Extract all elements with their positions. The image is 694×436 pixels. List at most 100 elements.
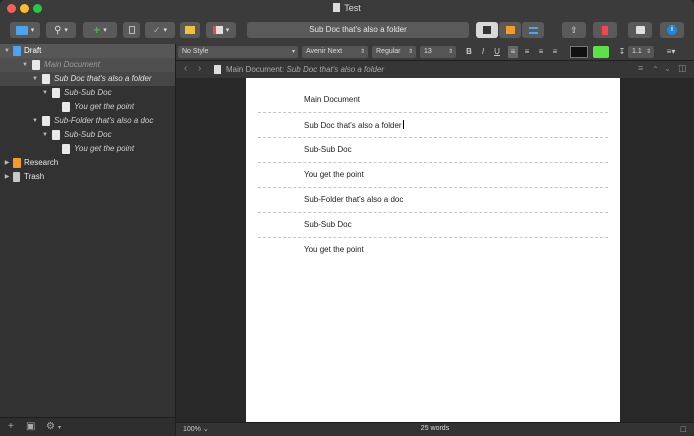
font-size-value: 13 [424,48,432,55]
disclosure-triangle-icon[interactable]: ▼ [32,72,38,86]
chevron-up-icon[interactable]: ⌃ [652,65,659,74]
binder-item-main-document[interactable]: ▼ Main Document [0,58,175,72]
target-icon[interactable]: □ [681,424,686,434]
info-icon: i [667,25,677,35]
breadcrumb-main: Main Document: [226,65,285,74]
paragraph-style-value: No Style [182,48,209,55]
chevron-down-icon[interactable]: ⌄ [664,64,671,73]
search-icon: ⚲ [54,24,62,36]
inspector-comments-button[interactable] [628,22,652,38]
highlight-color-well[interactable] [593,46,609,58]
inspector-button[interactable]: i [660,22,684,38]
outline-view-button[interactable] [522,22,544,38]
disclosure-triangle-icon[interactable]: ▼ [22,58,28,72]
document-line[interactable]: Sub-Folder that's also a doc [304,195,403,204]
bold-button[interactable]: B [464,46,474,58]
editor-page[interactable] [246,78,620,422]
font-family-value: Avenir Next [306,48,343,55]
binder-item-label: Draft [24,46,42,55]
list-bullets-icon[interactable]: ≡▾ [662,46,680,58]
document-separator [258,187,608,188]
bookmark-button[interactable] [593,22,617,38]
add-item-button[interactable]: + ▾ [83,22,117,38]
align-justify-icon[interactable]: ≡ [550,46,560,58]
share-button[interactable]: ⇧ [562,22,586,38]
document-icon [52,130,60,140]
compose-icon [185,26,195,34]
binder-item-trash[interactable]: ▶ Trash [0,170,175,184]
align-left-icon[interactable]: ≡ [508,46,518,58]
breadcrumb[interactable]: Main Document: Sub Doc that's also a fol… [226,65,384,74]
compose-button[interactable] [180,22,200,38]
document-line[interactable]: Sub Doc that's also a folder [304,120,404,130]
binder-item-sub-sub-doc[interactable]: ▼ Sub-Sub Doc [0,128,175,142]
document-view-icon [483,26,491,34]
binder-item-you-get-the-point[interactable]: You get the point [0,142,175,156]
binder-item-sub-folder-doc[interactable]: ▼ Sub-Folder that's also a doc [0,114,175,128]
layout-button[interactable]: ▾ [206,22,236,38]
layout-icon [212,26,223,34]
gear-icon[interactable]: ⚙ [46,421,55,432]
current-document-title: Sub Doc that's also a folder [247,22,469,38]
binder-footer: + ▣ ⚙ ▾ [0,417,175,436]
outline-icon [528,26,538,34]
line-spacing-icon: ↧ [618,47,626,56]
document-icon [42,74,50,84]
disclosure-triangle-icon[interactable]: ▶ [4,170,10,184]
link-button[interactable]: ✓ ▾ [145,22,175,38]
binder-item-research[interactable]: ▶ Research [0,156,175,170]
document-line[interactable]: Sub-Sub Doc [304,220,352,229]
document-line[interactable]: You get the point [304,170,364,179]
disclosure-triangle-icon[interactable]: ▼ [4,44,10,58]
disclosure-triangle-icon[interactable]: ▼ [42,86,48,100]
document-line[interactable]: Sub-Sub Doc [304,145,352,154]
font-weight-value: Regular [376,48,401,55]
font-size-select[interactable]: 13 ⇕ [420,46,456,58]
document-line[interactable]: You get the point [304,245,364,254]
align-center-icon[interactable]: ≡ [522,46,532,58]
add-icon[interactable]: + [8,421,14,432]
delete-button[interactable] [123,22,140,38]
italic-button[interactable]: I [478,46,488,58]
binder-item-sub-sub-doc[interactable]: ▼ Sub-Sub Doc [0,86,175,100]
view-mode-button[interactable]: ▾ [10,22,40,38]
binder-item-you-get-the-point[interactable]: You get the point [0,100,175,114]
single-view-button[interactable] [476,22,498,38]
chevron-down-icon[interactable]: ▾ [58,424,61,431]
binder-item-draft[interactable]: ▼ Draft [0,44,175,58]
binder-item-label: Trash [24,172,45,181]
window-title-label: Test [344,3,361,13]
paragraph-style-select[interactable]: No Style ▾ [178,46,298,58]
line-spacing-select[interactable]: 1.1 ⇕ [628,46,654,58]
chevron-updown-icon: ⇕ [645,49,651,55]
disclosure-triangle-icon[interactable]: ▼ [32,114,38,128]
chevron-down-icon: ▾ [103,27,107,34]
back-arrow-icon[interactable]: ‹ [184,63,187,74]
align-right-icon[interactable]: ≡ [536,46,546,58]
document-icon [52,88,60,98]
split-editor-icon[interactable]: ◫ [678,63,687,74]
document-line[interactable]: Main Document [304,95,360,104]
comment-icon [635,26,645,34]
corkboard-view-button[interactable] [499,22,521,38]
binder-item-label: You get the point [74,102,135,111]
font-family-select[interactable]: Avenir Next ⇕ [302,46,368,58]
disclosure-triangle-icon[interactable]: ▼ [42,128,48,142]
binder-item-label: Main Document [44,60,101,69]
text-color-well[interactable] [570,46,588,58]
status-bar: 100% ⌄ 25 words □ [176,422,694,436]
quick-search-button[interactable]: ⚲ ▾ [46,22,76,38]
binder-item-label: Sub-Sub Doc [64,130,112,139]
font-weight-select[interactable]: Regular ⇕ [372,46,416,58]
line-spacing-value: 1.1 [632,48,642,55]
forward-arrow-icon[interactable]: › [198,63,201,74]
disclosure-triangle-icon[interactable]: ▶ [4,156,10,170]
document-separator [258,137,608,138]
document-icon [333,3,341,12]
underline-button[interactable]: U [492,46,502,58]
new-folder-icon[interactable]: ▣ [26,421,35,432]
list-menu-icon[interactable]: ≡ [638,63,643,73]
binder-item-sub-doc-folder[interactable]: ▼ Sub Doc that's also a folder [0,72,175,86]
document-separator [258,162,608,163]
binder-view-icon [15,25,28,35]
